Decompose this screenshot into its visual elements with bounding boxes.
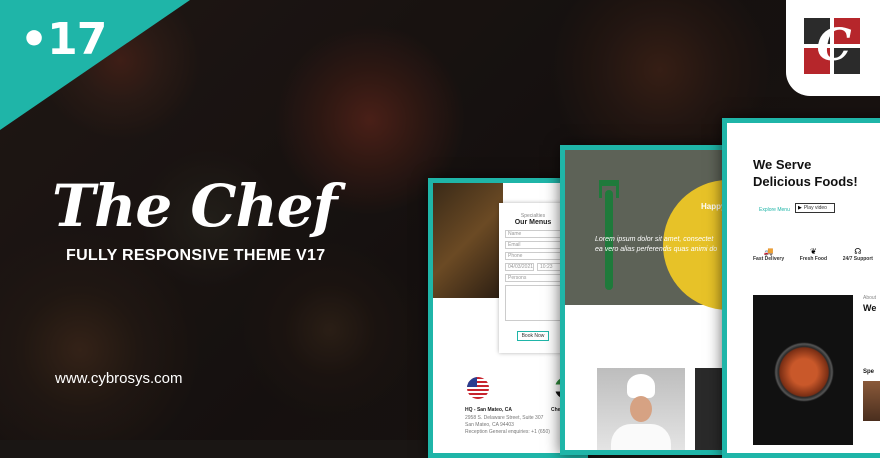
email-field[interactable]: Email	[505, 241, 561, 249]
dish-photo	[753, 295, 853, 445]
location-line1: 2958 S. Delaware Street, Suite 307	[465, 415, 544, 421]
side-small-label: About	[863, 295, 877, 301]
happy-body-line2: ea vero alias perferendis quas animi do	[595, 246, 718, 253]
serve-heading-line1: We Serve	[753, 157, 812, 172]
feature-label: Fresh Food	[799, 256, 828, 262]
hero-title: The Chef	[52, 172, 338, 240]
feature-support: ☊ 24/7 Support	[843, 247, 873, 262]
booking-form: Specialties Our Menus Name Email Phone 0…	[499, 203, 567, 353]
happy-body-line1: Lorem ipsum dolor sit amet, consectet	[595, 236, 714, 243]
location-title: HQ - San Mateo, CA	[465, 407, 512, 413]
chef-photo	[597, 368, 685, 450]
location-line3: Reception General enquiries: +1 (650)	[465, 429, 550, 435]
truck-icon: 🚚	[763, 247, 774, 256]
cybrosys-logo: C	[786, 0, 880, 96]
side-heading-2: Spe	[863, 369, 875, 375]
serve-heading-line2: Delicious Foods!	[753, 174, 858, 189]
play-video-button[interactable]: ▶ Play video	[795, 203, 835, 213]
date-field[interactable]: 04/03/2021	[505, 263, 535, 271]
us-flag-icon	[467, 377, 489, 399]
headset-icon: ☊	[854, 247, 862, 256]
persons-select[interactable]: Persons	[505, 274, 561, 282]
menus-heading: Our Menus	[514, 219, 552, 226]
serve-page-preview: We Serve Delicious Foods! Explore Menu ▶…	[722, 118, 880, 458]
time-field[interactable]: 10:23	[537, 263, 561, 271]
play-icon: ▶	[798, 205, 802, 211]
side-photo	[863, 381, 880, 421]
curry-bowl	[773, 341, 835, 403]
feature-label: Fast Delivery	[753, 256, 785, 262]
feature-fresh-food: ❦ Fresh Food	[800, 247, 827, 262]
hero-banner: Happy Lorem ipsum dolor sit amet, consec…	[565, 150, 741, 310]
feature-label: 24/7 Support	[842, 256, 873, 262]
fork-tines	[599, 180, 619, 198]
phone-field[interactable]: Phone	[505, 252, 561, 260]
hero-subtitle: FULLY RESPONSIVE THEME V17	[66, 247, 326, 264]
explore-menu-link[interactable]: Explore Menu	[759, 207, 790, 213]
message-textarea[interactable]	[505, 285, 561, 321]
side-heading: We	[863, 303, 877, 313]
restaurant-photo	[433, 183, 503, 298]
chef-hat	[627, 374, 655, 398]
book-now-button[interactable]: Book Now	[517, 331, 549, 341]
leaf-icon: ❦	[810, 247, 817, 256]
play-video-label: Play video	[803, 205, 827, 211]
location-line2: San Mateo, CA 94403	[465, 422, 514, 428]
feature-fast-delivery: 🚚 Fast Delivery	[753, 247, 784, 262]
name-field[interactable]: Name	[505, 230, 561, 238]
version-badge: •17	[20, 14, 107, 65]
happy-page-preview: Happy Lorem ipsum dolor sit amet, consec…	[560, 145, 746, 455]
chef-face	[630, 396, 652, 422]
website-link[interactable]: www.cybrosys.com	[55, 370, 183, 387]
